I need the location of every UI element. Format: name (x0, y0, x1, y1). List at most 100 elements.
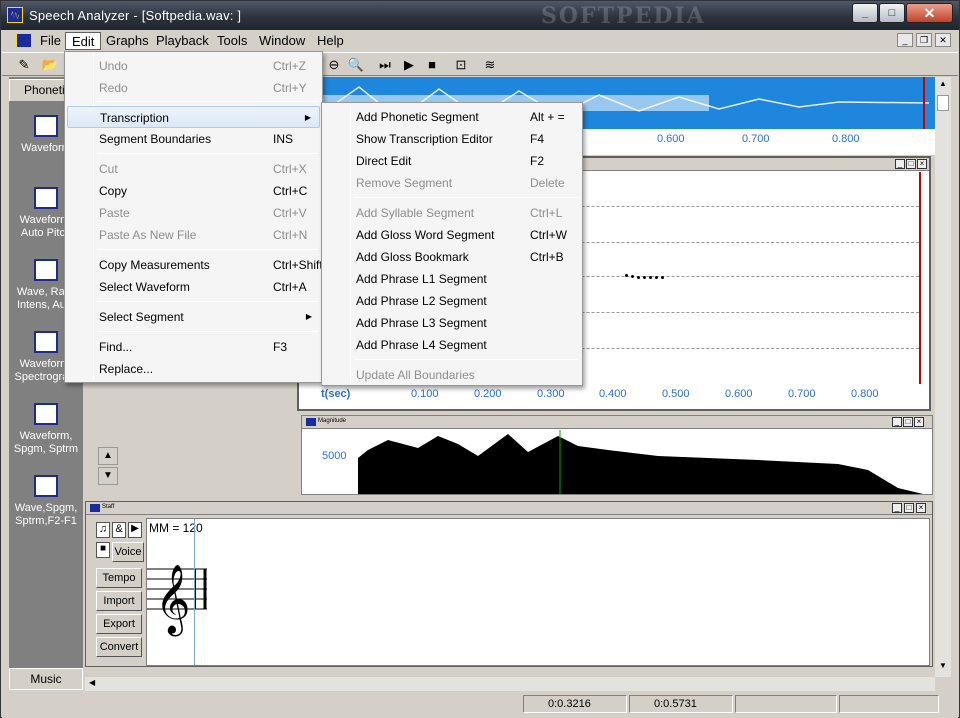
ampersand-icon[interactable]: & (112, 522, 126, 538)
pitch-axis-label: t(sec) (321, 388, 351, 400)
zoom-out-icon[interactable]: ⊖ (324, 55, 344, 75)
menu-item-label: Add Phrase L4 Segment (356, 338, 487, 352)
menu-tools[interactable]: Tools (211, 32, 253, 50)
note-icon[interactable]: ♫ (96, 522, 110, 538)
menu-item-add-phrase-l2-segment[interactable]: Add Phrase L2 Segment (324, 290, 580, 312)
play-icon[interactable]: ▶ (128, 522, 142, 538)
export-button[interactable]: Export (96, 614, 142, 634)
pane-close-button[interactable]: × (916, 503, 926, 513)
layout-waveform-spgm-sptrm-button[interactable]: Waveform, Spgm, Sptrm (9, 403, 83, 456)
menu-playback[interactable]: Playback (150, 32, 215, 50)
scroll-left-icon[interactable]: ◀ (89, 678, 95, 687)
pane-close-button[interactable]: × (914, 417, 924, 427)
menu-item-add-gloss-bookmark[interactable]: Add Gloss Bookmark Ctrl+B (324, 246, 580, 268)
document-icon[interactable] (16, 33, 32, 48)
status-bar: 0:0.3216 0:0.5731 (2, 692, 958, 718)
menu-item-find[interactable]: Find... F3 (67, 336, 320, 358)
pane-maximize-button[interactable]: □ (903, 417, 913, 427)
menu-item-label: Add Syllable Segment (356, 206, 475, 220)
status-end-time: 0:0.5731 (629, 695, 733, 713)
menu-item-label: Undo (99, 59, 128, 73)
scroll-up-icon[interactable]: ▲ (936, 79, 950, 93)
menu-item-undo: Undo Ctrl+Z (67, 55, 320, 77)
down-arrow-icon[interactable]: ▼ (98, 467, 118, 485)
convert-button[interactable]: Convert (96, 637, 142, 657)
loop-icon[interactable]: ⊡ (451, 55, 471, 75)
zoom-icon[interactable]: 🔍 (346, 55, 366, 75)
menu-item-direct-edit[interactable]: Direct Edit F2 (324, 150, 580, 172)
status-field (735, 695, 837, 713)
minimize-button[interactable]: _ (852, 3, 878, 23)
import-button[interactable]: Import (96, 591, 142, 611)
tempo-button[interactable]: Tempo (96, 568, 142, 588)
cursor-line[interactable] (919, 172, 921, 384)
layout-icon (34, 331, 58, 353)
pane-icon (306, 418, 316, 426)
menu-item-label: Paste As New File (99, 228, 197, 242)
menu-item-replace[interactable]: Replace... (67, 358, 320, 380)
menu-window[interactable]: Window (253, 32, 311, 50)
scroll-thumb[interactable] (937, 95, 949, 111)
mdi-close-button[interactable]: ✕ (935, 33, 951, 47)
menu-item-label: Show Transcription Editor (356, 132, 493, 146)
menu-item-select-segment[interactable]: Select Segment ▶ (67, 306, 320, 328)
menu-item-transcription[interactable]: Transcription ▶ (67, 106, 320, 128)
staff-area[interactable]: MM = 120 𝄞 (146, 518, 930, 666)
menu-item-add-phrase-l3-segment[interactable]: Add Phrase L3 Segment (324, 312, 580, 334)
staff-pane[interactable]: Staff _ □ × ♫ & ▶ ■ Voice Tempo Import E… (85, 501, 933, 667)
submenu-arrow-icon: ▶ (305, 312, 312, 321)
menu-edit[interactable]: Edit (65, 32, 102, 50)
horizontal-scrollbar[interactable]: ◀ (85, 677, 935, 691)
magnitude-pane[interactable]: Magnitude _ □ × 5000 (301, 415, 933, 495)
pitch-point (655, 276, 658, 279)
menu-item-add-phrase-l4-segment[interactable]: Add Phrase L4 Segment (324, 334, 580, 356)
tab-music[interactable]: Music (9, 668, 83, 690)
scroll-down-icon[interactable]: ▼ (936, 661, 950, 675)
menu-separator (354, 359, 578, 360)
pane-close-button[interactable]: × (917, 159, 927, 169)
menu-item-segment-boundaries[interactable]: Segment Boundaries INS (67, 128, 320, 150)
menu-item-shortcut: Ctrl+W (530, 228, 567, 242)
menu-help[interactable]: Help (311, 32, 350, 50)
menu-item-add-phonetic-segment[interactable]: Add Phonetic Segment Alt + = (324, 106, 580, 128)
new-icon[interactable]: ✎ (14, 55, 34, 75)
voice-button[interactable]: Voice (112, 542, 144, 562)
stop-icon[interactable]: ■ (422, 55, 442, 75)
pitch-tick: 0.200 (474, 388, 502, 400)
layout-icon (34, 403, 58, 425)
pane-minimize-button[interactable]: _ (892, 503, 902, 513)
vertical-scrollbar[interactable]: ▲ ▼ (935, 77, 951, 677)
pane-minimize-button[interactable]: _ (895, 159, 905, 169)
open-folder-icon[interactable]: 📂 (40, 55, 60, 75)
close-button[interactable]: ✕ (906, 3, 953, 23)
menu-item-shortcut: Ctrl+V (273, 206, 307, 220)
up-arrow-icon[interactable]: ▲ (98, 447, 118, 465)
menu-graphs[interactable]: Graphs (100, 32, 155, 50)
menu-file[interactable]: File (34, 32, 67, 50)
pitch-tick: 0.300 (537, 388, 565, 400)
pane-maximize-button[interactable]: □ (904, 503, 914, 513)
pane-minimize-button[interactable]: _ (892, 417, 902, 427)
menu-item-show-transcription-editor[interactable]: Show Transcription Editor F4 (324, 128, 580, 150)
maximize-button[interactable]: □ (879, 3, 905, 23)
pane-maximize-button[interactable]: □ (906, 159, 916, 169)
menu-item-label: Add Phrase L3 Segment (356, 316, 487, 330)
layout-wave-f2f1-button[interactable]: Wave,Spgm, Sptrm,F2-F1 (9, 475, 83, 528)
menu-item-select-waveform[interactable]: Select Waveform Ctrl+A (67, 276, 320, 298)
cursor-line[interactable] (923, 77, 925, 129)
play-from-start-icon[interactable]: ⏭ (375, 55, 395, 75)
waveform-icon[interactable]: ≋ (480, 55, 500, 75)
menu-item-copy[interactable]: Copy Ctrl+C (67, 180, 320, 202)
menu-item-shortcut: F4 (530, 132, 545, 146)
menu-item-cut: Cut Ctrl+X (67, 158, 320, 180)
menu-item-add-phrase-l1-segment[interactable]: Add Phrase L1 Segment (324, 268, 580, 290)
layout-label: Wave,Spgm, Sptrm,F2-F1 (14, 502, 78, 527)
mdi-minimize-button[interactable]: _ (897, 33, 913, 47)
play-icon[interactable]: ▶ (399, 55, 419, 75)
mdi-restore-button[interactable]: ❐ (916, 33, 932, 47)
menu-item-copy-measurements[interactable]: Copy Measurements Ctrl+Shift+C (67, 254, 338, 276)
svg-text:𝄞: 𝄞 (155, 564, 190, 636)
stop-icon[interactable]: ■ (96, 542, 110, 558)
waveform-tick: 0.700 (742, 133, 770, 145)
menu-item-add-gloss-word-segment[interactable]: Add Gloss Word Segment Ctrl+W (324, 224, 580, 246)
